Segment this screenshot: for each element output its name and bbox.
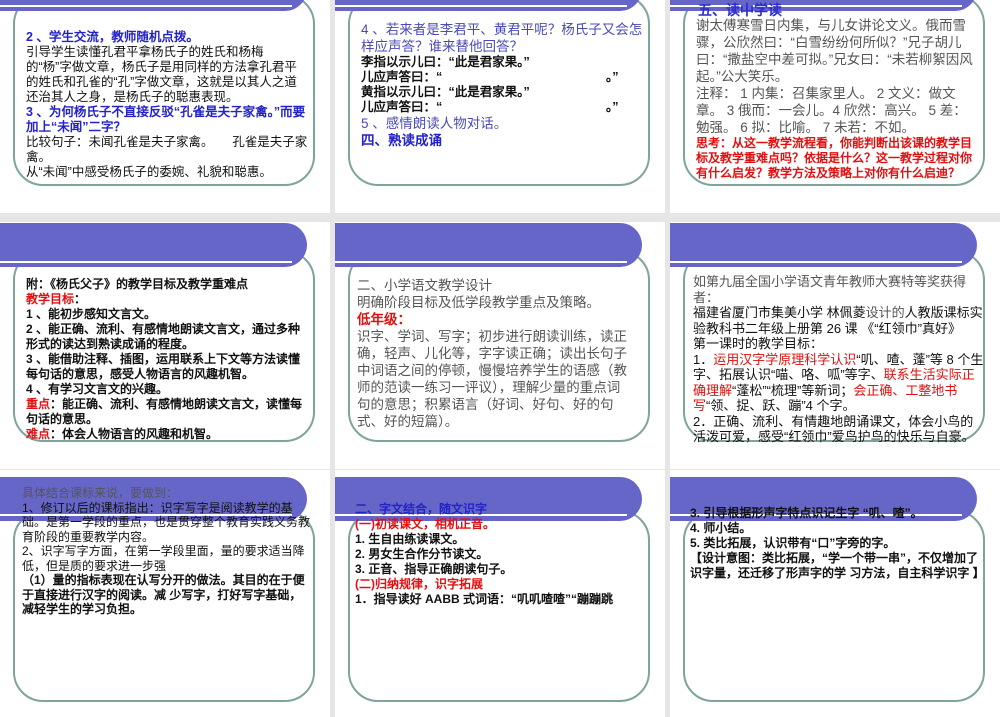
paragraph: 1、修订以后的课标指出：识字写字是阅读教学的基础。是第一学段的重点，也是贯穿整个… bbox=[22, 500, 311, 544]
designed-by: 设计的 bbox=[865, 305, 905, 320]
slide-thumbnail-7[interactable]: 具体结合课标来说，要做到： 1、修订以后的课标指出：识字写字是阅读教学的基础。是… bbox=[0, 470, 330, 717]
section-heading: 四、熟读成诵 bbox=[361, 133, 442, 148]
banner-underline bbox=[335, 5, 627, 7]
label-difficulty: 难点 bbox=[26, 427, 51, 441]
slide-body: 具体结合课标来说，要做到： 1、修订以后的课标指出：识字写字是阅读教学的基础。是… bbox=[22, 486, 312, 617]
step: 3. 引导根据形声字特点识记生字 “叽、喳”。 bbox=[690, 506, 923, 520]
slide-thumbnail-1[interactable]: 2 、学生交流，教师随机点拨。 引导学生读懂孔君平拿杨氏子的姓氏和杨梅的“杨”字… bbox=[0, 0, 330, 213]
heading: 3 、为何杨氏子不直接反驳“孔雀是夫子家禽。”而要加上“未闻”二字？ bbox=[26, 105, 306, 134]
slide-body: 如第九届全国小学语文青年教师大赛特等奖获得者： 福建省厦门市集美小学 林佩菱设计… bbox=[693, 274, 985, 445]
dialogue-close: 。” bbox=[606, 70, 619, 84]
slide-body: 4 、若来者是李君平、黄君平呢？杨氏子又会怎样应声答？谁来替他回答？ 李指以示儿… bbox=[361, 21, 643, 149]
heading: 第一课时的教学目标： bbox=[693, 336, 824, 351]
paragraph: 从“未闻”中感受杨氏子的委婉、礼貌和聪惠。 bbox=[26, 165, 272, 179]
text: “领、捉、跃、蹦”4 个字。 bbox=[706, 398, 856, 413]
difficulty: ：体会人物语言的风趣和机智。 bbox=[50, 427, 219, 441]
section-heading: 二、字文结合，随文识字 bbox=[355, 502, 488, 516]
intro: 具体结合课标来说，要做到： bbox=[22, 486, 179, 500]
objective: 4 、有学习文言文的兴趣。 bbox=[26, 382, 169, 396]
school: 福建省厦门市集美小学 林佩菱 bbox=[693, 305, 866, 320]
slide-thumbnail-3[interactable]: 五、读中学读 谢太傅寒雪日内集，与儿女讲论文义。俄而雪骤，公欣然曰：“白雪纷纷何… bbox=[670, 0, 1000, 213]
heading: 2 、学生交流，教师随机点拨。 bbox=[26, 30, 199, 44]
slide-body: 谢太傅寒雪日内集，与儿女讲论文义。俄而雪骤，公欣然曰：“白雪纷纷何所似？”兄子胡… bbox=[696, 17, 978, 181]
reflection: 思考：从这一教学流程看，你能判断出该课的教学目标及教学重难点吗？依据是什么？这一… bbox=[696, 136, 973, 180]
passage: 谢太傅寒雪日内集，与儿女讲论文义。俄而雪骤，公欣然曰：“白雪纷纷何所似？”兄子胡… bbox=[696, 18, 973, 84]
question: 4 、若来者是李君平、黄君平呢？杨氏子又会怎样应声答？谁来替他回答？ bbox=[361, 22, 643, 54]
paragraph: （1）量的指标表现在认写分开的做法。其目的在于便于直接进行汉字的阅读。减 少写字… bbox=[22, 573, 305, 616]
objective: 3 、能借助注释、插图，运用联系上下文等方法读懂每句话的意思，感受人物语言的风趣… bbox=[26, 352, 301, 381]
slide-thumbnail-9[interactable]: 3. 引导根据形声字特点识记生字 “叽、喳”。 4. 师小结。 5. 类比拓展，… bbox=[670, 470, 1000, 717]
subheading: (二)归纳规律，识字拓展 bbox=[355, 577, 483, 591]
subheading: (一)初读课文，相机正音。 bbox=[355, 517, 495, 531]
slide-thumbnail-5[interactable]: 二、小学语文教学设计 明确阶段目标及低学段教学重点及策略。 低年级： 识字、学词… bbox=[335, 222, 665, 469]
label-objectives: 教学目标 bbox=[26, 292, 75, 306]
highlight: 运用汉字学原理科学认识 bbox=[713, 351, 857, 367]
slide-body: 二、小学语文教学设计 明确阶段目标及低学段教学重点及策略。 低年级： 识字、学词… bbox=[357, 277, 627, 430]
step: 5 、感情朗读人物对话。 bbox=[361, 116, 508, 131]
objective: 1 、能初步感知文言文。 bbox=[26, 307, 157, 321]
heading: 二、小学语文教学设计 bbox=[357, 278, 492, 293]
notes: 注释： 1 内集：召集家里人。 2 文义：做文章。 3 俄而：一会儿。4 欣然：… bbox=[696, 86, 967, 135]
step: 3. 正音、指导正确朗读句子。 bbox=[355, 562, 513, 576]
slide-body: 2 、学生交流，教师随机点拨。 引导学生读懂孔君平拿杨氏子的姓氏和杨梅的“杨”字… bbox=[26, 30, 308, 180]
slide-thumbnail-2[interactable]: 4 、若来者是李君平、黄君平呢？杨氏子又会怎样应声答？谁来替他回答？ 李指以示儿… bbox=[335, 0, 665, 213]
banner-underline bbox=[0, 5, 292, 7]
slide-body: 3. 引导根据形声字特点识记生字 “叽、喳”。 4. 师小结。 5. 类比拓展，… bbox=[690, 506, 985, 581]
step: 1. 生自由练读课文。 bbox=[355, 532, 465, 546]
slide-body: 二、字文结合，随文识字 (一)初读课文，相机正音。 1. 生自由练读课文。 2.… bbox=[355, 502, 637, 607]
slide-thumbnail-8[interactable]: 二、字文结合，随文识字 (一)初读课文，相机正音。 1. 生自由练读课文。 2.… bbox=[335, 470, 665, 717]
colon: ： bbox=[74, 292, 87, 306]
banner-underline bbox=[670, 261, 962, 263]
dialogue-blank: 儿应声答曰：“ 。” bbox=[361, 70, 643, 85]
banner-underline bbox=[0, 261, 292, 263]
dialogue-close: 。” bbox=[606, 100, 619, 114]
text: “蓬松”“梳理”等新词； bbox=[732, 382, 854, 398]
slide-body: 附：《杨氏父子》的教学目标及教学重难点 教学目标： 1 、能初步感知文言文。 2… bbox=[26, 277, 308, 442]
key-point: ：能正确、流利、有感情地朗读文言文，读懂每句话的意思。 bbox=[26, 397, 303, 426]
step: 4. 师小结。 bbox=[690, 521, 752, 535]
dialogue-blank: 儿应声答曰：“ 。” bbox=[361, 100, 643, 115]
paragraph: 2、识字写字方面，在第一学段里面，量的要求适当降低，但是质的要求进一步强 bbox=[22, 544, 305, 573]
design-intent: 【设计意图：类比拓展，“学一个带一串”，不仅增加了识字量，还迁移了形声字的学 习… bbox=[690, 551, 985, 580]
step: 2. 男女生合作分节读文。 bbox=[355, 547, 489, 561]
paragraph: 明确阶段目标及低学段教学重点及策略。 bbox=[357, 295, 600, 310]
dialogue-prompt: 儿应声答曰：“ bbox=[361, 100, 443, 114]
step: 5. 类比拓展，认识带有“口”字旁的字。 bbox=[690, 536, 896, 550]
slide-thumbnail-4[interactable]: 附：《杨氏父子》的教学目标及教学重难点 教学目标： 1 、能初步感知文言文。 2… bbox=[0, 222, 330, 469]
dialogue-line: 李指以示儿曰：“此是君家果。” bbox=[361, 55, 530, 69]
banner-underline bbox=[335, 261, 627, 263]
slide-thumbnail-6[interactable]: 如第九届全国小学语文青年教师大赛特等奖获得者： 福建省厦门市集美小学 林佩菱设计… bbox=[670, 222, 1000, 469]
paragraph: 比较句子：未闻孔雀是夫子家禽。 孔雀是夫子家禽。 bbox=[26, 135, 308, 164]
num: 1． bbox=[693, 351, 714, 367]
dialogue-line: 黄指以示儿曰：“此是君家果。” bbox=[361, 85, 530, 99]
paragraph: 识字、学词、写字；初步进行朗读训练，读正确，轻声、儿化等，字字读正确；读出长句子… bbox=[357, 329, 627, 429]
label-key-point: 重点 bbox=[26, 397, 51, 411]
objective: 2 、能正确、流利、有感情地朗读文言文，通过多种形式的读达到熟读成诵的程度。 bbox=[26, 322, 301, 351]
label-lower-grade: 低年级： bbox=[357, 312, 411, 327]
heading: 附：《杨氏父子》的教学目标及教学重难点 bbox=[26, 277, 249, 291]
dialogue-prompt: 儿应声答曰：“ bbox=[361, 70, 443, 84]
intro: 如第九届全国小学语文青年教师大赛特等奖获得者： bbox=[693, 274, 967, 305]
paragraph: 引导学生读懂孔君平拿杨氏子的姓氏和杨梅的“杨”字做文章，杨氏子是用同样的方法拿孔… bbox=[26, 45, 297, 104]
objective: 2．正确、流利、有情趣地朗诵课文，体会小鸟的活泼可爱，感受“红领巾”爱鸟护鸟的快… bbox=[693, 413, 975, 445]
